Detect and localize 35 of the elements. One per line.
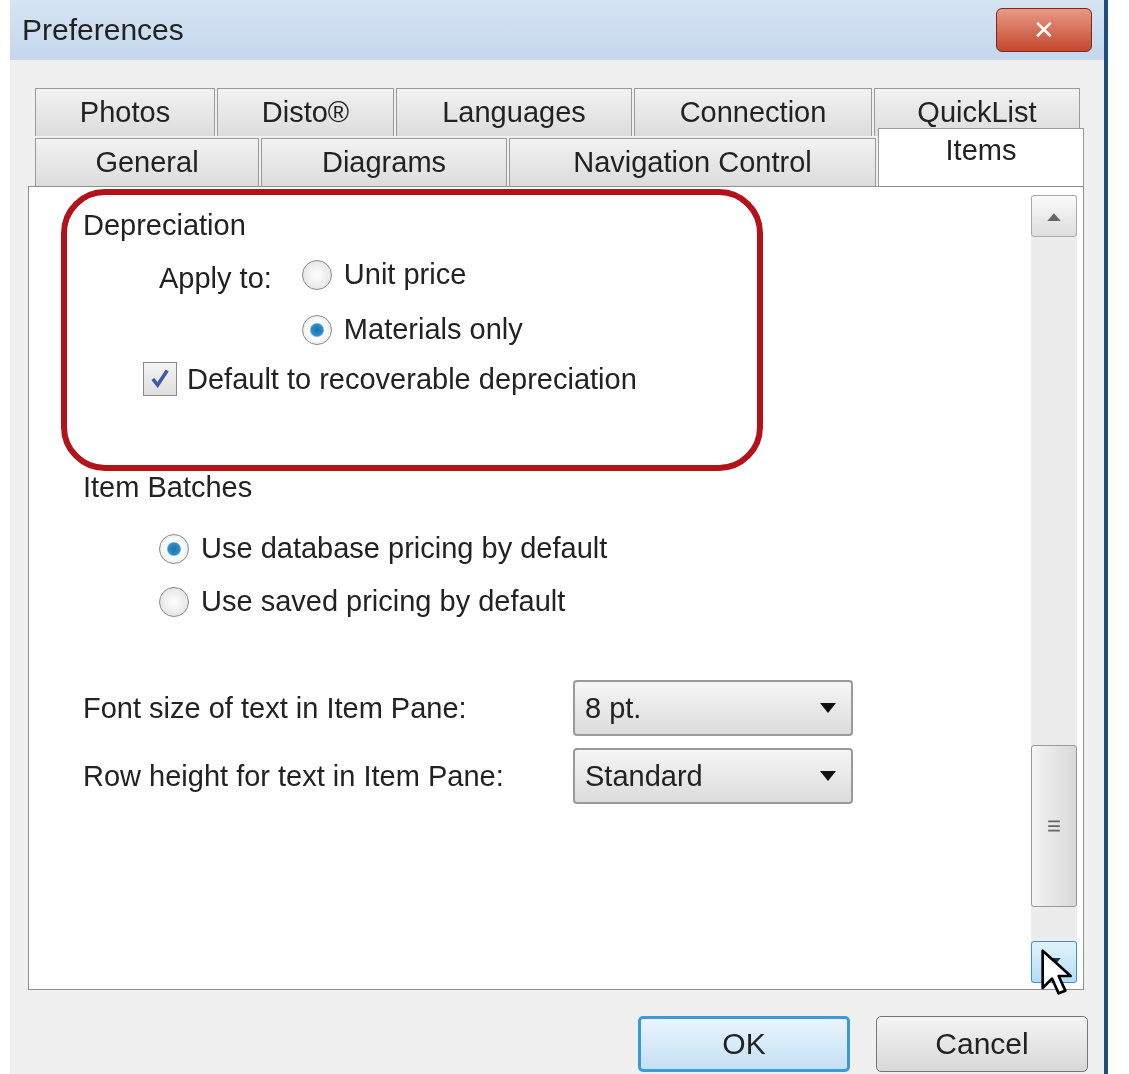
section-title: Item Batches <box>83 471 254 504</box>
tab[interactable]: Photos <box>35 88 215 136</box>
scroll-up-button[interactable] <box>1031 195 1077 237</box>
radio-button[interactable] <box>301 259 332 290</box>
dialog-button[interactable]: OK <box>638 1016 850 1072</box>
tab[interactable]: Diagrams <box>261 138 507 186</box>
caret-icon <box>819 703 837 713</box>
tab[interactable]: Navigation Control <box>509 138 876 186</box>
radio-label[interactable]: Materials only <box>343 313 523 346</box>
tab[interactable]: General <box>35 138 259 186</box>
radio-label[interactable]: Unit price <box>343 258 467 291</box>
field-label: Apply to: <box>159 262 272 296</box>
scroll-thumb[interactable] <box>1031 745 1077 907</box>
checkbox[interactable] <box>143 362 177 396</box>
field-label: Row height for text in Item Pane: <box>83 759 505 793</box>
dropdown[interactable]: 8 pt. <box>573 680 853 736</box>
radio-button[interactable] <box>301 314 332 345</box>
radio-label[interactable]: Use saved pricing by default <box>201 585 566 618</box>
tab[interactable]: Languages <box>396 88 632 136</box>
dialog-button[interactable]: Cancel <box>876 1016 1088 1072</box>
radio-button[interactable] <box>159 586 189 617</box>
grip-icon <box>1047 819 1061 833</box>
window-title: Preferences <box>22 13 184 47</box>
checkbox-label[interactable]: Default to recoverable depreciation <box>187 362 637 396</box>
caret-icon <box>819 771 837 781</box>
tab[interactable]: Connection <box>634 88 872 136</box>
field-label: Font size of text in Item Pane: <box>83 691 468 725</box>
radio-label[interactable]: Use database pricing by default <box>201 532 608 565</box>
tab[interactable]: Disto® <box>217 88 394 136</box>
radio-button[interactable] <box>159 533 189 564</box>
section-title: Depreciation <box>83 209 247 242</box>
tab[interactable]: Items <box>878 128 1084 186</box>
scrollbar[interactable] <box>1031 195 1077 983</box>
dropdown[interactable]: Standard <box>573 748 853 804</box>
up-arrow-icon <box>1047 211 1061 221</box>
